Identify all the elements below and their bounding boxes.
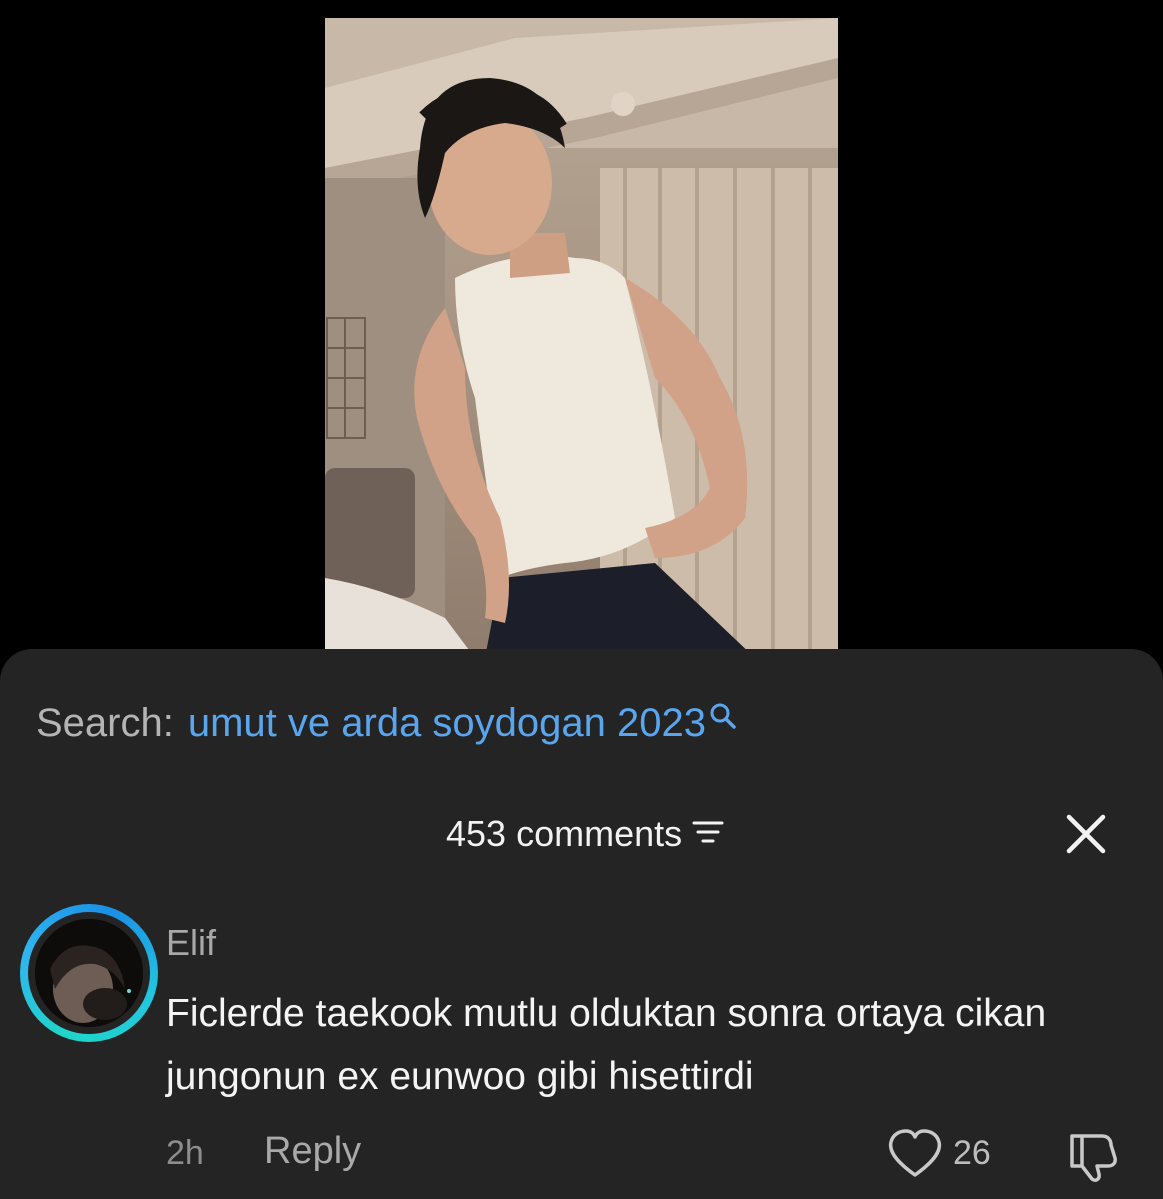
like-count: 26	[953, 1134, 991, 1172]
comments-count-header[interactable]: 453 comments	[446, 812, 724, 856]
avatar-ring-gap	[28, 912, 150, 1034]
close-button[interactable]	[1062, 810, 1110, 858]
avatar-story-ring[interactable]	[20, 904, 158, 1042]
search-icon[interactable]	[708, 696, 738, 729]
screen: Search: umut ve arda soydogan 2023 453 c…	[0, 0, 1163, 1199]
comment-timestamp: 2h	[166, 1134, 204, 1172]
like-button[interactable]	[886, 1128, 944, 1180]
search-label: Search:	[36, 700, 174, 745]
comment-username[interactable]: Elif	[166, 922, 216, 964]
heart-icon	[888, 1129, 942, 1177]
search-query-link[interactable]: umut ve arda soydogan 2023	[188, 701, 706, 746]
avatar[interactable]	[35, 919, 143, 1027]
comments-count-label: 453 comments	[446, 813, 683, 854]
reply-button[interactable]: Reply	[264, 1130, 361, 1173]
sort-icon[interactable]	[682, 813, 724, 855]
video-frame[interactable]	[325, 18, 838, 658]
search-suggestion[interactable]: Search: umut ve arda soydogan 2023	[36, 698, 738, 748]
comment-text: Ficlerde taekook mutlu olduktan sonra or…	[166, 992, 1047, 1098]
close-icon	[1066, 814, 1106, 854]
dislike-button[interactable]	[1064, 1128, 1120, 1184]
thumbs-down-icon	[1070, 1134, 1117, 1182]
video-thumbnail	[325, 18, 838, 658]
